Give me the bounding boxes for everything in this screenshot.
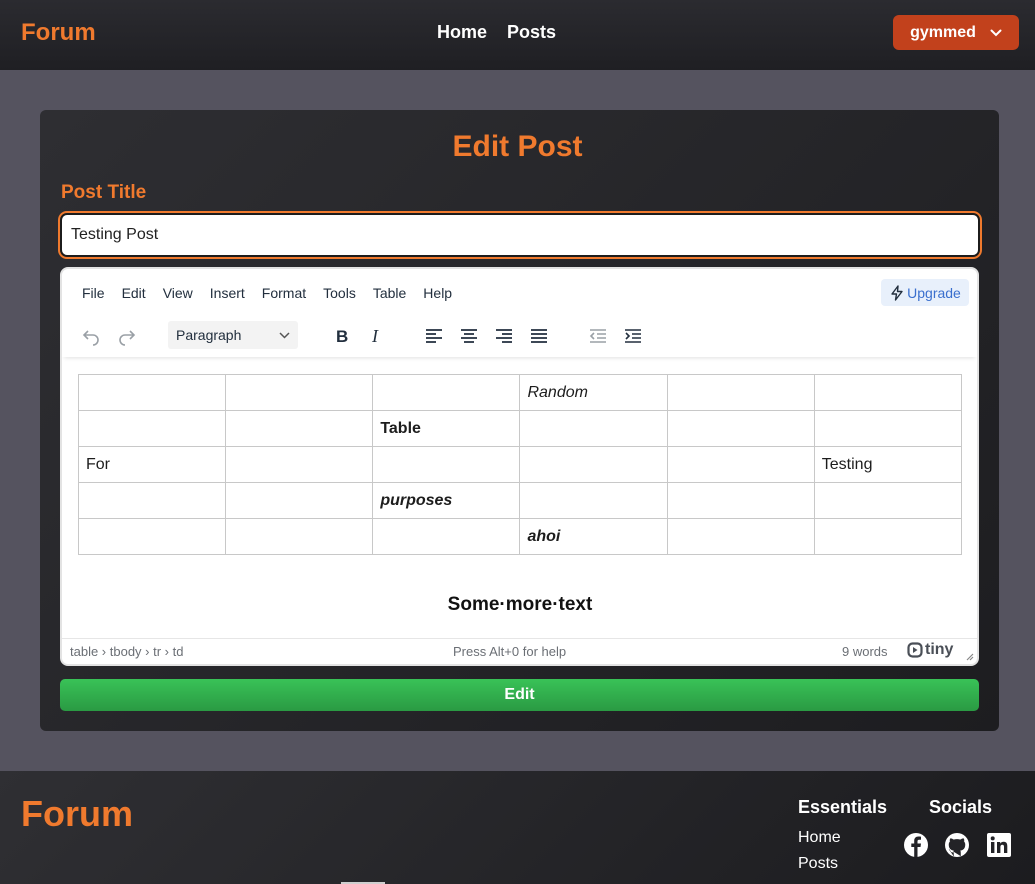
table-row: Random	[77, 374, 963, 411]
table-cell[interactable]	[225, 518, 374, 555]
post-title-label: Post Title	[61, 182, 147, 203]
nav-link-posts[interactable]: Posts	[507, 22, 556, 43]
username-label: gymmed	[910, 23, 976, 41]
table-cell[interactable]	[225, 446, 374, 483]
align-justify-icon[interactable]	[526, 323, 552, 349]
linkedin-icon[interactable]	[985, 831, 1013, 859]
footer-link-home[interactable]: Home	[798, 829, 841, 847]
align-right-icon[interactable]	[491, 323, 517, 349]
menu-help[interactable]: Help	[423, 285, 452, 301]
table-cell[interactable]	[77, 374, 227, 411]
undo-icon[interactable]	[78, 323, 104, 349]
table-cell[interactable]	[225, 374, 374, 411]
main-nav: Home Posts	[437, 22, 556, 43]
table-cell[interactable]	[813, 482, 963, 519]
footer-brand[interactable]: Forum	[21, 793, 133, 835]
user-menu-button[interactable]: gymmed	[893, 15, 1019, 50]
content-table[interactable]: Random Table For Testing purposes ahoi	[77, 374, 963, 555]
menu-table[interactable]: Table	[373, 285, 406, 301]
table-cell[interactable]: For	[77, 446, 227, 483]
table-cell[interactable]	[666, 374, 815, 411]
redo-icon[interactable]	[114, 323, 140, 349]
resize-handle-icon[interactable]	[964, 651, 974, 661]
help-hint: Press Alt+0 for help	[453, 644, 567, 659]
table-cell[interactable]	[519, 446, 668, 483]
indent-icon[interactable]	[620, 323, 646, 349]
tiny-logo-text: tiny	[925, 641, 954, 658]
table-cell[interactable]	[666, 518, 815, 555]
table-cell[interactable]	[813, 518, 963, 555]
table-cell[interactable]	[77, 410, 227, 447]
upgrade-button[interactable]: Upgrade	[881, 279, 969, 306]
word-count[interactable]: 9 words	[842, 644, 888, 659]
table-cell[interactable]	[372, 374, 521, 411]
facebook-icon[interactable]	[902, 831, 930, 859]
table-cell[interactable]: ahoi	[519, 518, 668, 555]
table-cell[interactable]	[519, 482, 668, 519]
lightning-icon	[891, 284, 903, 301]
table-cell[interactable]	[225, 482, 374, 519]
editor-content[interactable]: Random Table For Testing purposes ahoi Some·m…	[77, 374, 963, 615]
nav-link-home[interactable]: Home	[437, 22, 487, 43]
editor-menubar: File Edit View Insert Format Tools Table…	[82, 285, 452, 301]
menu-tools[interactable]: Tools	[323, 285, 356, 301]
page-title: Edit Post	[452, 130, 583, 163]
svg-text:I: I	[371, 327, 379, 345]
chevron-down-icon	[990, 29, 1002, 36]
brand-logo[interactable]: Forum	[21, 19, 96, 47]
edit-submit-button[interactable]: Edit	[60, 679, 979, 711]
block-format-select[interactable]: Paragraph	[168, 321, 298, 349]
upgrade-label: Upgrade	[907, 284, 961, 301]
menu-edit[interactable]: Edit	[122, 285, 146, 301]
table-cell[interactable]	[813, 374, 963, 411]
table-row: Table	[77, 410, 963, 447]
svg-text:B: B	[336, 327, 348, 345]
italic-icon[interactable]: I	[363, 323, 389, 349]
editor-toolbar: Paragraph B I	[62, 315, 977, 357]
table-cell[interactable]: Testing	[813, 446, 963, 483]
menu-file[interactable]: File	[82, 285, 105, 301]
table-cell[interactable]	[372, 518, 521, 555]
content-paragraph[interactable]: Some·more·text	[78, 594, 962, 616]
tiny-logo[interactable]: tiny	[907, 641, 953, 659]
element-path[interactable]: table › tbody › tr › td	[70, 644, 183, 659]
footer-essentials-heading: Essentials	[798, 797, 888, 817]
table-row: ahoi	[77, 518, 963, 555]
table-row: For Testing	[77, 446, 963, 483]
rich-text-editor: File Edit View Insert Format Tools Table…	[60, 267, 979, 666]
editor-statusbar: table › tbody › tr › td Press Alt+0 for …	[62, 638, 977, 664]
bold-icon[interactable]: B	[328, 323, 354, 349]
table-row: purposes	[77, 482, 963, 519]
menu-format[interactable]: Format	[262, 285, 306, 301]
tiny-logo-icon	[907, 642, 923, 658]
table-cell[interactable]	[666, 482, 815, 519]
table-cell[interactable]: Table	[372, 410, 521, 447]
block-format-value: Paragraph	[176, 327, 242, 343]
table-cell[interactable]: purposes	[372, 482, 521, 519]
table-cell[interactable]	[519, 410, 668, 447]
outdent-icon[interactable]	[585, 323, 611, 349]
table-cell[interactable]: Random	[519, 374, 668, 411]
post-title-input[interactable]	[60, 213, 980, 257]
site-footer: Forum Essentials Home Posts Socials	[0, 771, 1035, 884]
top-navbar: Forum Home Posts gymmed	[0, 0, 1035, 70]
align-left-icon[interactable]	[421, 323, 447, 349]
footer-socials-heading: Socials	[929, 797, 993, 817]
menu-view[interactable]: View	[163, 285, 193, 301]
table-cell[interactable]	[372, 446, 521, 483]
align-center-icon[interactable]	[456, 323, 482, 349]
table-cell[interactable]	[666, 446, 815, 483]
table-cell[interactable]	[666, 410, 815, 447]
table-cell[interactable]	[225, 410, 374, 447]
github-icon[interactable]	[943, 831, 971, 859]
footer-link-posts[interactable]: Posts	[798, 855, 838, 873]
table-cell[interactable]	[77, 518, 227, 555]
table-cell[interactable]	[813, 410, 963, 447]
chevron-down-icon	[279, 331, 290, 339]
table-cell[interactable]	[77, 482, 227, 519]
menu-insert[interactable]: Insert	[210, 285, 245, 301]
